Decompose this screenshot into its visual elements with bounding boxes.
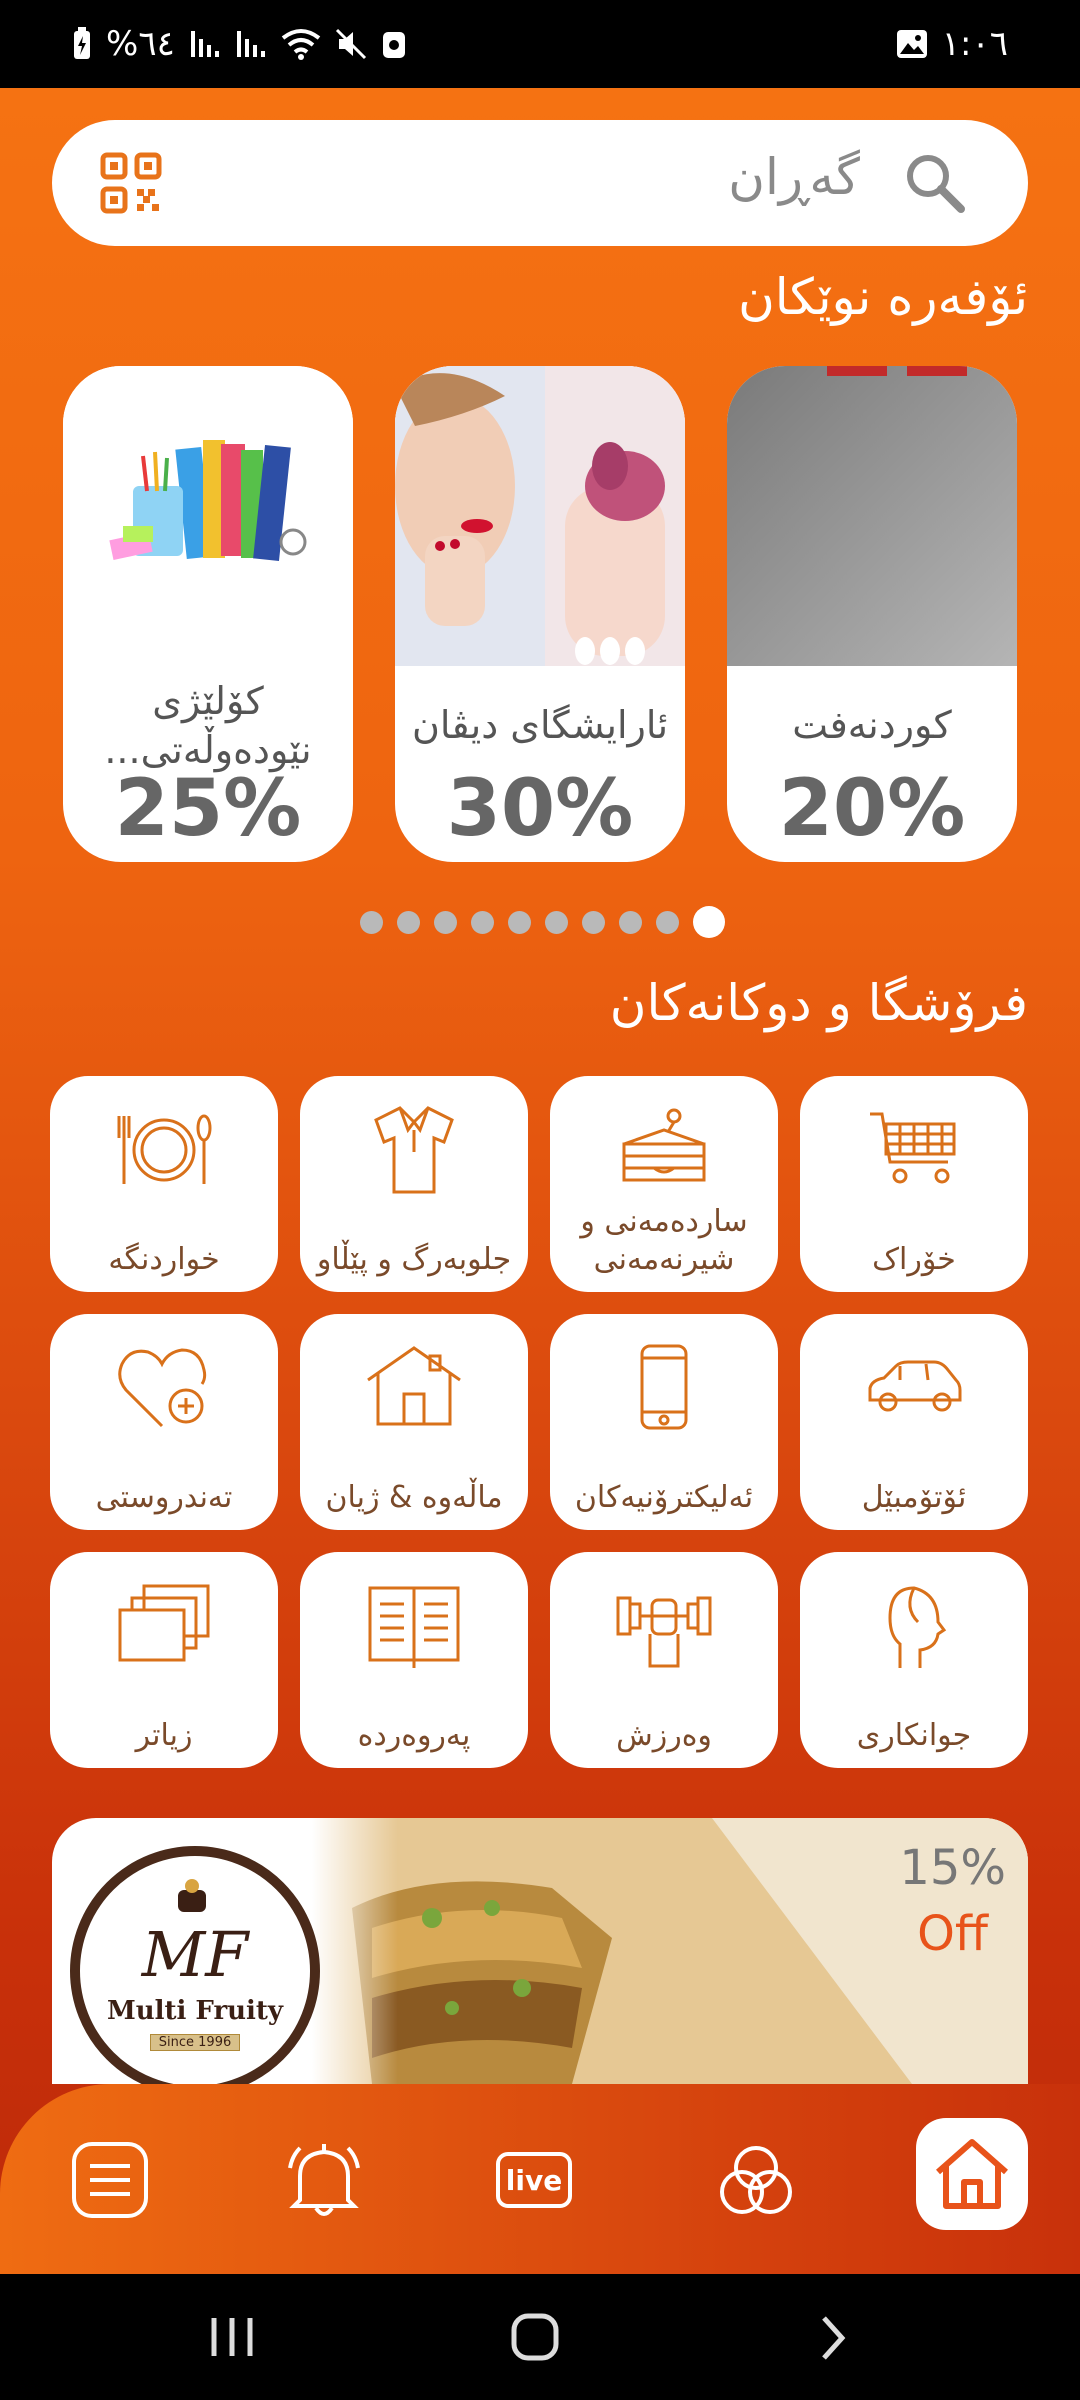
category-label: جوانکاری (856, 1717, 972, 1753)
home-icon (936, 2139, 1008, 2209)
house-icon (367, 1346, 461, 1426)
category-health[interactable]: تەندروستی (50, 1314, 278, 1530)
pagination-dot[interactable] (656, 910, 679, 934)
offers-carousel[interactable]: کۆلێژی نێودەوڵەتی... 25% ئارایشگای دیڤان… (63, 366, 1023, 862)
category-home[interactable]: ماڵەوە & ژیان (300, 1314, 528, 1530)
home-nav-icon[interactable] (510, 2312, 560, 2362)
offer-image-stationery (63, 366, 353, 666)
car-icon (868, 1360, 962, 1412)
category-label: خۆراک (872, 1241, 956, 1277)
search-icon[interactable] (904, 152, 966, 214)
category-label: ماڵەوە & ژیان (325, 1479, 503, 1515)
offer-card[interactable]: ئارایشگای دیڤان 30% (395, 366, 685, 862)
categories-grid: خۆراک ساردەمەنی و شیرنەمەنی جلوبەرگ و پێ… (50, 1076, 1028, 1768)
category-cars[interactable]: ئۆتۆمبێل (800, 1314, 1028, 1530)
category-sweets[interactable]: ساردەمەنی و شیرنەمەنی (550, 1076, 778, 1292)
search-bar[interactable]: گەڕان (52, 120, 1028, 246)
status-bar: %٦٤ ١:٠٦ (0, 0, 1080, 88)
offer-discount: 30% (446, 764, 634, 854)
qr-scan-icon[interactable] (100, 152, 162, 214)
circles-icon[interactable] (714, 2138, 798, 2222)
category-label: جلوبەرگ و پێڵاو (316, 1241, 512, 1277)
pagination-dot[interactable] (471, 910, 494, 934)
pagination-dot[interactable] (360, 910, 383, 934)
category-food[interactable]: خۆراک (800, 1076, 1028, 1292)
menu-icon[interactable] (68, 2138, 152, 2222)
pagination-dot[interactable] (619, 910, 642, 934)
svg-text:MF: MF (141, 1918, 250, 1991)
search-input[interactable]: گەڕان (728, 148, 860, 206)
mute-icon (335, 28, 366, 60)
pagination-dot[interactable] (397, 910, 420, 934)
pagination-dot[interactable] (508, 910, 531, 934)
phone-icon (640, 1344, 688, 1430)
live-button[interactable]: live (496, 2152, 572, 2208)
status-left: %٦٤ (72, 24, 407, 64)
logo-text: Multi Fruity (106, 1996, 284, 2026)
plate-cutlery-icon (117, 1114, 212, 1184)
category-label: وەرزش (616, 1717, 712, 1753)
recent-apps-icon[interactable] (206, 2314, 258, 2360)
app-screen: گەڕان ئۆفەرە نوێکان کۆلێژی نێودەوڵەتی...… (0, 88, 1080, 2274)
clock: ١:٠٦ (941, 24, 1008, 64)
offer-card[interactable]: کوردنەفت 20% (727, 366, 1017, 862)
banner-discount: 15% (899, 1840, 1006, 1896)
app-notification-icon (382, 32, 405, 58)
promo-banner[interactable]: MF Multi Fruity Since 1996 15% Off (52, 1818, 1028, 2084)
offer-discount: 20% (778, 764, 966, 854)
category-label: ساردەمەنی و شیرنەمەنی (580, 1204, 748, 1277)
pagination-dot[interactable] (545, 910, 568, 934)
wifi-icon (281, 29, 321, 60)
pagination-dot[interactable] (582, 910, 605, 934)
category-restaurant[interactable]: خواردنگە (50, 1076, 278, 1292)
battery-charging-icon (74, 27, 90, 59)
category-more[interactable]: زیاتر (50, 1552, 278, 1768)
carousel-pagination (360, 906, 725, 938)
signal-icon (190, 31, 219, 57)
offer-discount: 25% (114, 764, 302, 854)
categories-title: فرۆشگا و دوکانەکان (609, 974, 1028, 1032)
category-label: خواردنگە (108, 1241, 220, 1277)
shopping-cart-icon (870, 1112, 956, 1184)
category-label: تەندروستی (95, 1479, 233, 1515)
heart-plus-icon (118, 1348, 207, 1428)
cake-icon (622, 1108, 706, 1182)
category-electronics[interactable]: ئەلیکترۆنیەکان (550, 1314, 778, 1530)
offers-title: ئۆفەرە نوێکان (738, 268, 1028, 326)
status-right: ١:٠٦ (896, 24, 1008, 64)
battery-percent: %٦٤ (106, 24, 175, 64)
system-nav-bar (0, 2274, 1080, 2400)
category-label: ئۆتۆمبێل (861, 1479, 967, 1515)
signal-icon-2 (236, 31, 265, 57)
offer-image-placeholder (727, 366, 1017, 666)
category-clothing[interactable]: جلوبەرگ و پێڵاو (300, 1076, 528, 1292)
category-label: زیاتر (135, 1717, 193, 1753)
dumbbell-icon (616, 1596, 712, 1668)
head-profile-icon (888, 1586, 947, 1668)
pagination-dot-active[interactable] (693, 906, 725, 938)
banner-off-label: Off (917, 1906, 988, 1962)
book-icon (368, 1586, 460, 1668)
offer-image-beauty (395, 366, 685, 666)
notification-bell-icon[interactable] (282, 2138, 366, 2222)
back-nav-icon[interactable] (818, 2314, 848, 2362)
category-label: ئەلیکترۆنیەکان (574, 1479, 754, 1515)
offer-card[interactable]: کۆلێژی نێودەوڵەتی... 25% (63, 366, 353, 862)
multi-fruity-logo: MF Multi Fruity Since 1996 (70, 1846, 320, 2084)
category-sports[interactable]: وەرزش (550, 1552, 778, 1768)
home-button[interactable] (916, 2118, 1028, 2230)
bottom-nav: live (0, 2084, 1080, 2274)
category-education[interactable]: پەروەردە (300, 1552, 528, 1768)
gallery-icon (896, 30, 927, 58)
shirt-icon (374, 1106, 454, 1194)
category-beauty[interactable]: جوانکاری (800, 1552, 1028, 1768)
logo-since: Since 1996 (150, 2034, 240, 2051)
category-label: پەروەردە (357, 1717, 471, 1753)
pagination-dot[interactable] (434, 910, 457, 934)
stack-icon (118, 1584, 210, 1662)
